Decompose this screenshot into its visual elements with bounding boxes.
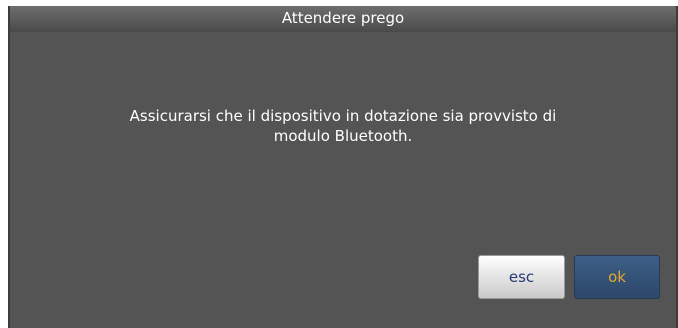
dialog-title: Attendere prego xyxy=(10,6,676,32)
dialog-message: Assicurarsi che il dispositivo in dotazi… xyxy=(40,106,646,146)
dialog-message-line-1: Assicurarsi che il dispositivo in dotazi… xyxy=(129,107,557,125)
ok-button[interactable]: ok xyxy=(574,255,660,299)
esc-button[interactable]: esc xyxy=(478,255,565,299)
wait-dialog: Attendere prego Assicurarsi che il dispo… xyxy=(8,6,678,328)
dialog-message-line-2: modulo Bluetooth. xyxy=(273,127,413,145)
